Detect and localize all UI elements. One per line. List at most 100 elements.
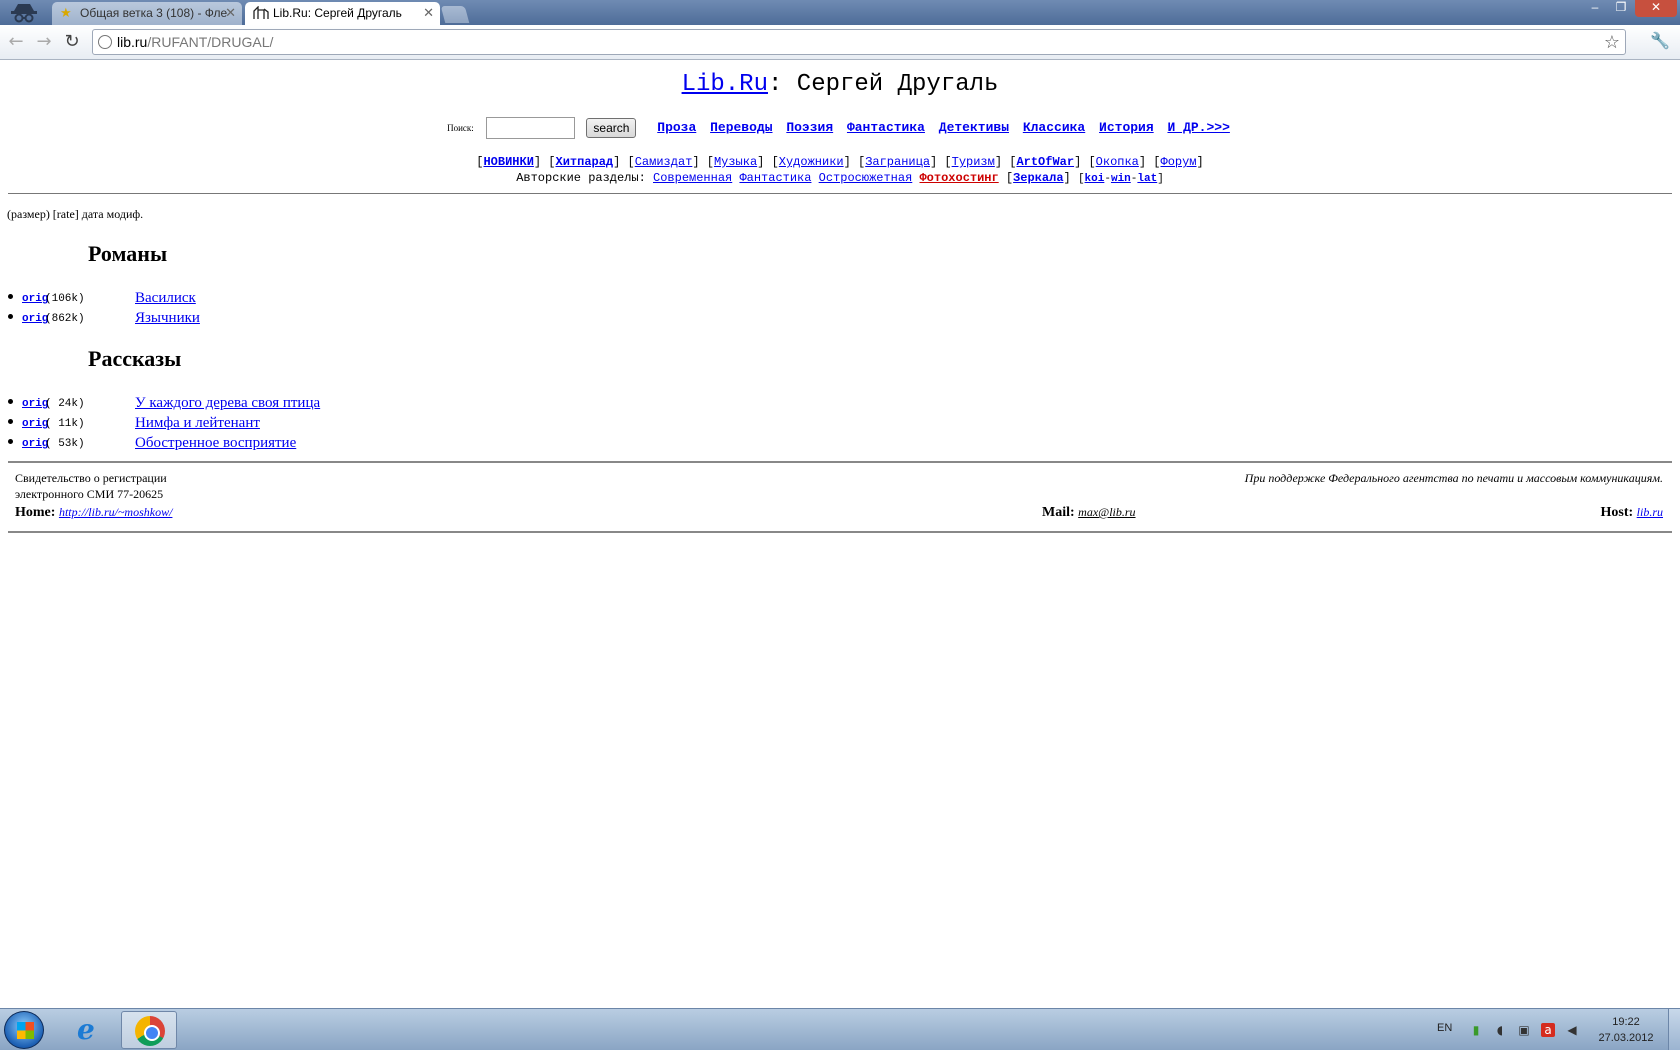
bullet <box>8 419 13 424</box>
language-indicator[interactable]: EN <box>1437 1022 1452 1034</box>
home-link[interactable]: http://lib.ru/~moshkow/ <box>59 505 173 519</box>
minimize-button[interactable]: – <box>1583 0 1607 17</box>
antivirus-icon[interactable]: a <box>1541 1023 1555 1037</box>
bookmark-star-icon[interactable]: ☆ <box>1604 32 1620 53</box>
genre-link-detective[interactable]: Детективы <box>939 120 1009 135</box>
genre-link-poetry[interactable]: Поэзия <box>786 120 833 135</box>
genre-link-classics[interactable]: Классика <box>1023 120 1085 135</box>
file-size: ( 11k) <box>45 418 85 430</box>
show-desktop-button[interactable] <box>1668 1009 1680 1050</box>
bullet <box>8 294 13 299</box>
nav-samizdat[interactable]: Самиздат <box>635 155 693 169</box>
genre-link-fantasy[interactable]: Фантастика <box>847 120 925 135</box>
nav-abroad[interactable]: Заграница <box>865 155 930 169</box>
book-title-link[interactable]: Нимфа и лейтенант <box>135 415 260 432</box>
book-title-link[interactable]: У каждого дерева своя птица <box>135 395 320 412</box>
photohosting-link[interactable]: Фотохостинг <box>919 171 998 185</box>
close-button[interactable]: ✕ <box>1635 0 1677 17</box>
clock-time[interactable]: 19:22 <box>1596 1016 1656 1028</box>
list-item: orig (106k) Василиск <box>8 290 608 308</box>
list-item: orig ( 24k) У каждого дерева своя птица <box>8 395 608 413</box>
file-size: (862k) <box>45 313 85 325</box>
clock-date[interactable]: 27.03.2012 <box>1596 1032 1656 1044</box>
support-note: При поддержке Федерального агентства по … <box>1244 471 1663 485</box>
libru-icon <box>253 6 269 19</box>
mail-link[interactable]: max@lib.ru <box>1078 505 1135 519</box>
back-arrow-icon[interactable]: ← <box>6 31 26 53</box>
new-tab-button[interactable] <box>440 6 470 23</box>
bullet <box>8 314 13 319</box>
nav-forum[interactable]: Форум <box>1161 155 1197 169</box>
main-nav: [НОВИНКИ] [Хитпарад] [Самиздат] [Музыка]… <box>476 155 1204 169</box>
author-name: Сергей Другаль <box>796 71 999 98</box>
genre-link-more[interactable]: И ДР.>>> <box>1167 120 1229 135</box>
page-title: Lib.Ru: Сергей Другаль <box>681 71 999 98</box>
browser-titlebar: ★ Общая ветка 3 (108) - Фле ✕ Lib.Ru: Се… <box>0 0 1680 25</box>
home-label: Home: <box>15 505 56 520</box>
site-link[interactable]: Lib.Ru <box>682 71 768 98</box>
wrench-icon[interactable]: 🔧 <box>1650 31 1670 50</box>
restore-button[interactable]: ❐ <box>1609 0 1633 17</box>
nav-tourism[interactable]: Туризм <box>952 155 995 169</box>
nav-okopka[interactable]: Окопка <box>1096 155 1139 169</box>
list-item: orig (862k) Язычники <box>8 310 608 328</box>
taskbar-chrome[interactable] <box>121 1011 177 1049</box>
address-bar[interactable]: lib.ru/RUFANT/DRUGAL/ ☆ <box>92 29 1626 55</box>
speaker-small-icon[interactable]: ◖ <box>1493 1023 1507 1037</box>
legend: (размер) [rate] дата модиф. <box>7 207 144 221</box>
section-link-thriller[interactable]: Остросюжетная <box>819 171 913 185</box>
search-input[interactable] <box>485 117 575 139</box>
network-status-icon[interactable]: ▮ <box>1469 1023 1483 1037</box>
book-title-link[interactable]: Язычники <box>135 310 200 327</box>
host-link[interactable]: lib.ru <box>1637 505 1663 519</box>
tab-libru[interactable]: Lib.Ru: Сергей Другаль ✕ <box>245 2 440 25</box>
tab-title: Общая ветка 3 (108) - Фле <box>80 6 228 20</box>
taskbar: e EN ▮ ◖ ▣ a ◀ 19:22 27.03.2012 <box>0 1008 1680 1050</box>
author-sections-nav: Авторские разделы: Современная Фантастик… <box>516 171 1164 185</box>
forward-arrow-icon[interactable]: → <box>34 31 54 53</box>
mail-label: Mail: <box>1042 505 1075 520</box>
nav-music[interactable]: Музыка <box>714 155 757 169</box>
encoding-win[interactable]: win <box>1111 173 1131 185</box>
nav-artists[interactable]: Художники <box>779 155 844 169</box>
tab-close-icon[interactable]: ✕ <box>423 5 434 21</box>
footer-host: Host: lib.ru <box>1600 505 1663 521</box>
host-label: Host: <box>1600 505 1634 520</box>
nav-new[interactable]: НОВИНКИ <box>483 155 533 169</box>
incognito-icon <box>11 4 37 23</box>
action-center-icon[interactable]: ▣ <box>1517 1023 1531 1037</box>
bullet <box>8 399 13 404</box>
file-size: (106k) <box>45 293 85 305</box>
footer-mail: Mail: max@lib.ru <box>1042 505 1136 521</box>
search-button[interactable]: search <box>586 118 637 138</box>
tab-forum[interactable]: ★ Общая ветка 3 (108) - Фле ✕ <box>52 2 242 25</box>
url-text[interactable]: lib.ru/RUFANT/DRUGAL/ <box>117 34 273 50</box>
tab-title: Lib.Ru: Сергей Другаль <box>273 6 402 20</box>
chrome-icon <box>135 1016 165 1046</box>
mirrors-link[interactable]: Зеркала <box>1013 171 1063 185</box>
page-info-icon[interactable] <box>98 35 112 49</box>
tab-close-icon[interactable]: ✕ <box>225 5 236 21</box>
section-link-modern[interactable]: Современная <box>653 171 732 185</box>
start-button[interactable] <box>4 1011 44 1049</box>
genre-link-prose[interactable]: Проза <box>657 120 696 135</box>
footer-home: Home: http://lib.ru/~moshkow/ <box>15 505 172 521</box>
encoding-lat[interactable]: lat <box>1137 173 1157 185</box>
list-item: orig ( 11k) Нимфа и лейтенант <box>8 415 608 433</box>
reload-icon[interactable]: ↻ <box>62 31 82 53</box>
genre-link-history[interactable]: История <box>1099 120 1154 135</box>
internet-explorer-icon: e <box>77 1013 95 1046</box>
book-title-link[interactable]: Обостренное восприятие <box>135 435 296 452</box>
footer-bottom-divider <box>8 531 1672 533</box>
bullet <box>8 439 13 444</box>
browser-toolbar: ← → ↻ lib.ru/RUFANT/DRUGAL/ ☆ 🔧 <box>0 25 1680 60</box>
book-title-link[interactable]: Василиск <box>135 290 196 307</box>
section-link-fantasy[interactable]: Фантастика <box>739 171 811 185</box>
taskbar-internet-explorer[interactable]: e <box>62 1011 118 1049</box>
nav-artofwar[interactable]: ArtOfWar <box>1016 155 1074 169</box>
volume-icon[interactable]: ◀ <box>1565 1023 1579 1037</box>
nav-hitparade[interactable]: Хитпарад <box>556 155 614 169</box>
encoding-koi[interactable]: koi <box>1085 173 1105 185</box>
footer-divider <box>8 461 1672 463</box>
genre-link-translations[interactable]: Переводы <box>710 120 772 135</box>
